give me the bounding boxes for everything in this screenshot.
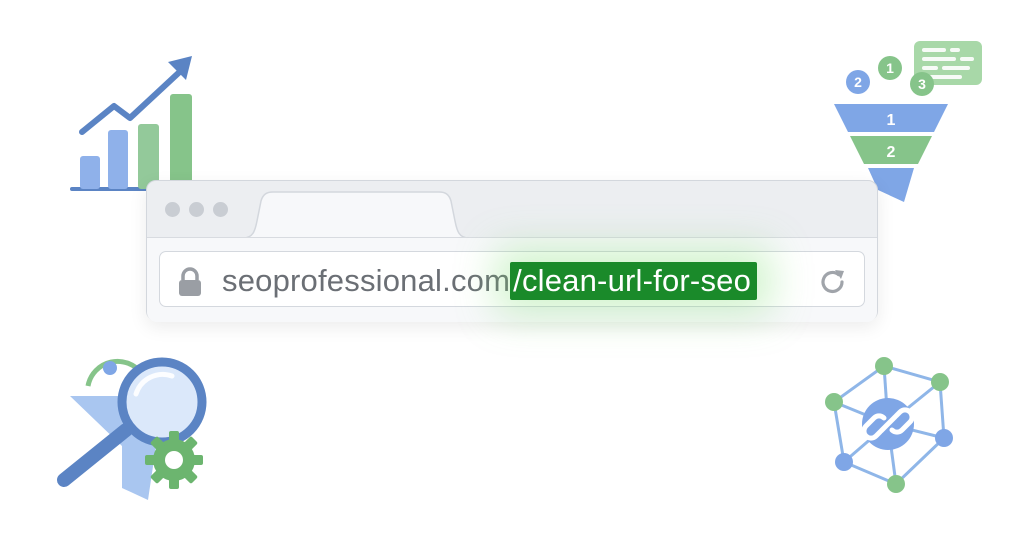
link-network-icon bbox=[825, 357, 953, 493]
svg-text:2: 2 bbox=[854, 74, 862, 90]
svg-text:1: 1 bbox=[887, 112, 896, 129]
window-dot-close[interactable] bbox=[165, 202, 180, 217]
address-bar[interactable]: seoprofessional.com/clean-url-for-seo bbox=[159, 251, 865, 307]
address-area: seoprofessional.com/clean-url-for-seo bbox=[147, 237, 877, 322]
url-path-highlight: /clean-url-for-seo bbox=[510, 262, 758, 300]
scene: 2 1 3 1 2 seoprofessional.com/clean-url-… bbox=[0, 0, 1024, 559]
reload-icon[interactable] bbox=[818, 267, 848, 297]
window-dot-maximize[interactable] bbox=[213, 202, 228, 217]
url-text: seoprofessional.com/clean-url-for-seo bbox=[222, 262, 758, 300]
url-domain: seoprofessional.com bbox=[222, 263, 511, 298]
svg-text:1: 1 bbox=[886, 60, 894, 76]
growth-chart-icon bbox=[70, 56, 194, 191]
window-dot-minimize[interactable] bbox=[189, 202, 204, 217]
browser-window: seoprofessional.com/clean-url-for-seo bbox=[146, 180, 878, 322]
window-controls bbox=[165, 202, 228, 217]
svg-text:2: 2 bbox=[887, 144, 896, 161]
browser-tab[interactable] bbox=[243, 191, 483, 239]
lock-icon bbox=[179, 267, 201, 296]
search-gear-icon bbox=[57, 357, 207, 500]
svg-text:3: 3 bbox=[918, 76, 926, 92]
